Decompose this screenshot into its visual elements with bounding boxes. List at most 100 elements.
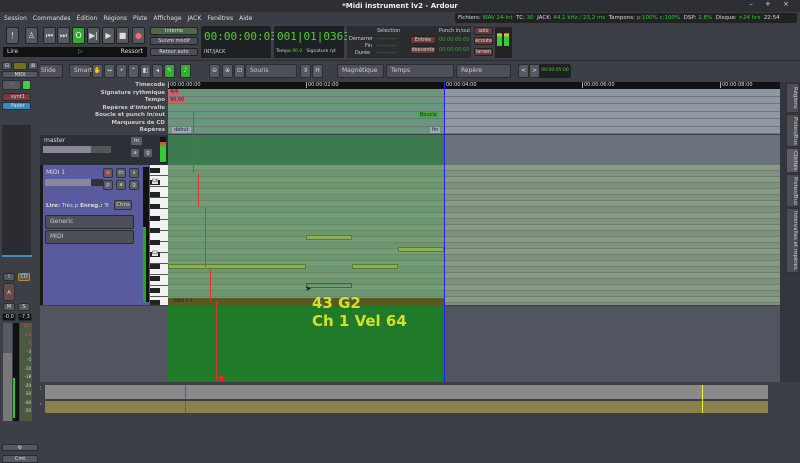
menu-affichage[interactable]: Affichage: [153, 15, 181, 22]
range-markers-ruler[interactable]: [168, 104, 780, 112]
tab-ranges-marks[interactable]: Intervalles et repères: [786, 208, 799, 273]
meter-ruler[interactable]: 4/4: [168, 89, 780, 97]
menu-fenêtres[interactable]: Fenêtres: [207, 15, 233, 22]
input-button[interactable]: -: [2, 80, 21, 90]
automation-button[interactable]: A: [3, 283, 15, 301]
zoom-session-icon[interactable]: ⊡: [234, 64, 245, 78]
menu-commandes[interactable]: Commandes: [33, 15, 71, 22]
panner[interactable]: [2, 255, 32, 273]
playhead-marker-icon[interactable]: [218, 376, 225, 381]
midi-note[interactable]: [352, 264, 398, 269]
meter-marker[interactable]: 4/4: [168, 89, 181, 95]
summary-lower[interactable]: [45, 401, 768, 413]
punch-in-button[interactable]: Entrée: [410, 36, 436, 44]
menu-piste[interactable]: Piste: [133, 15, 147, 22]
processor-box[interactable]: [2, 125, 31, 255]
midi-automation-button[interactable]: a: [116, 180, 126, 190]
midi-mode-select[interactable]: MIDI: [45, 230, 134, 244]
midi-mute-button[interactable]: m: [116, 168, 126, 178]
midi-group-button[interactable]: g: [129, 180, 139, 190]
zoom-focus-select[interactable]: Souris: [245, 64, 297, 78]
window-controls[interactable]: – + ×: [749, 0, 794, 8]
tab-tracks-busses[interactable]: Pistes/Bus: [786, 114, 799, 147]
grid-type-select[interactable]: Temps: [386, 64, 454, 78]
midi-note[interactable]: [398, 247, 444, 252]
edit-point-select[interactable]: Repère: [456, 64, 511, 78]
midi-playlist-button[interactable]: p: [103, 180, 113, 190]
record-value[interactable]: Tr: [104, 203, 109, 209]
summary-upper[interactable]: [45, 385, 768, 399]
tempo-marker[interactable]: 90,00: [168, 96, 187, 103]
playhead[interactable]: [444, 82, 445, 382]
strip-mute-button[interactable]: M: [3, 303, 15, 311]
follow-edits-button[interactable]: Suivre modif: [150, 37, 198, 45]
master-track-header[interactable]: master m a g: [40, 135, 168, 165]
zoom-in-icon[interactable]: ⊕: [222, 64, 233, 78]
end-marker[interactable]: fin: [430, 126, 441, 133]
midi-note[interactable]: [168, 264, 306, 269]
menu-aide[interactable]: Aide: [239, 15, 252, 22]
master-group-button[interactable]: g: [143, 148, 153, 158]
plugin-synth[interactable]: synt1: [2, 93, 31, 101]
nudge-back-icon[interactable]: <: [518, 64, 529, 78]
loop-punch-ruler[interactable]: Boucle: [168, 111, 780, 119]
midi-record-arm-button[interactable]: ●: [103, 168, 113, 178]
panic-button[interactable]: !: [6, 27, 19, 44]
punch-out-button[interactable]: descente: [410, 46, 436, 54]
tab-tracks-busses-2[interactable]: Pistes/Bus: [786, 174, 799, 207]
tempo-ruler[interactable]: 90,00: [168, 96, 780, 104]
play-button[interactable]: ▶: [102, 27, 115, 44]
stop-button[interactable]: ■: [116, 27, 129, 44]
audition-tool-icon[interactable]: ◂: [152, 64, 163, 78]
piano-roll-keyboard[interactable]: C4 C3: [150, 165, 168, 305]
range-tool-icon[interactable]: ↔: [104, 64, 115, 78]
playback-value[interactable]: Très.p: [62, 203, 78, 209]
gain-display[interactable]: -0,0: [2, 313, 16, 321]
snap-mode-select[interactable]: Magnétique: [337, 64, 384, 78]
shuttle-bar[interactable]: Lire Ressort ▷: [3, 47, 147, 57]
goto-end-button[interactable]: ⏭: [57, 27, 70, 44]
cd-button[interactable]: CD: [18, 273, 30, 281]
strip-name-button[interactable]: MIDI: [2, 71, 38, 78]
play-selection-button[interactable]: ▶|: [87, 27, 100, 44]
strip-fader[interactable]: [3, 323, 12, 421]
master-automation-button[interactable]: a: [130, 148, 140, 158]
strip-settings-icon[interactable]: ⚙: [2, 444, 38, 451]
metronome-button[interactable]: ♙: [25, 27, 38, 44]
strip-width-icon[interactable]: ⊟: [2, 62, 12, 70]
goto-start-button[interactable]: ⏮: [43, 27, 56, 44]
cut-tool-icon[interactable]: •: [116, 64, 127, 78]
start-marker[interactable]: début: [172, 126, 191, 133]
record-button[interactable]: ●: [132, 27, 145, 44]
monitor-button[interactable]: écoute: [474, 37, 493, 45]
draw-tool-icon[interactable]: ✎: [164, 64, 175, 78]
internal-edit-tool-icon[interactable]: ♪: [180, 64, 191, 78]
smart-mode-button[interactable]: Smart: [69, 64, 92, 78]
internal-button[interactable]: Interne: [150, 27, 198, 35]
midi-track-header[interactable]: MIDI 1 ● m s p a g Lire: Très.p Enreg.: …: [40, 165, 168, 305]
loop-button[interactable]: O: [72, 27, 85, 44]
strip-solo-button[interactable]: S: [18, 303, 30, 311]
tab-regions[interactable]: Régions: [786, 83, 799, 113]
menu-édition[interactable]: Édition: [77, 15, 98, 22]
midi-note[interactable]: [306, 235, 352, 240]
auto-return-button[interactable]: Retour auto: [150, 48, 198, 56]
stretch-tool-icon[interactable]: ◧: [140, 64, 151, 78]
channels-button[interactable]: Chns: [114, 200, 132, 210]
master-mute-button[interactable]: m: [130, 136, 143, 146]
edit-mode-select[interactable]: Slide: [36, 64, 63, 78]
solo-button[interactable]: solo: [474, 27, 493, 35]
instrument-select[interactable]: Generic: [45, 215, 134, 229]
menu-régions[interactable]: Régions: [103, 15, 127, 22]
tab-snapshots[interactable]: Clichés: [786, 148, 799, 173]
strip-hide-icon[interactable]: ⊠: [28, 62, 38, 70]
menu-jack[interactable]: JACK: [188, 15, 202, 22]
primary-clock[interactable]: 00:00:00:03 INT/JACK: [201, 26, 277, 58]
invert-button[interactable]: I: [3, 273, 15, 281]
loop-marker[interactable]: Boucle: [418, 111, 439, 118]
expand-tracks-icon[interactable]: H: [312, 64, 323, 78]
comments-button[interactable]: Cmt: [2, 455, 38, 463]
master-gain-slider[interactable]: [43, 146, 111, 153]
zoom-out-icon[interactable]: ⊖: [209, 64, 220, 78]
gain-tool-icon[interactable]: ⌃: [128, 64, 139, 78]
